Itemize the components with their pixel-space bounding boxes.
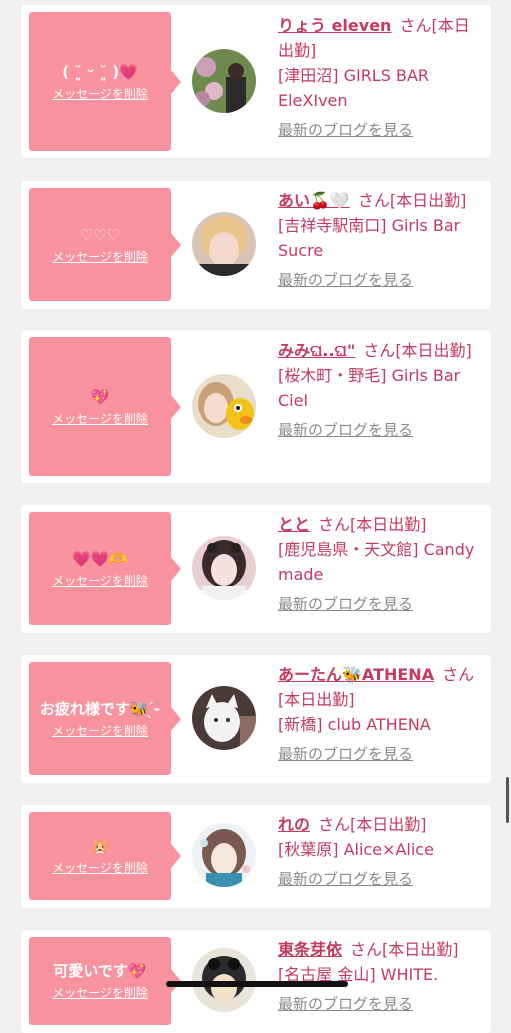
honorific: さん (350, 940, 383, 959)
shop-name: [桜木町・野毛] Girls Bar Ciel (278, 366, 461, 410)
avatar[interactable] (192, 49, 256, 113)
cast-name-link[interactable]: とと (278, 515, 310, 534)
latest-blog-link[interactable]: 最新のブログを見る (278, 593, 483, 615)
message-card: お疲れ様です🐝 ̖́- メッセージを削除 あーたん🐝ATHENA さん [本日出勤]… (21, 655, 491, 783)
cast-name-link[interactable]: りょう eleven (278, 16, 391, 35)
cast-name-link[interactable]: 東条芽依 (278, 940, 342, 959)
latest-blog-link[interactable]: 最新のブログを見る (278, 868, 483, 890)
status-text: [本日出勤] (382, 940, 459, 959)
shop-name: [吉祥寺駅南口] Girls Bar Sucre (278, 216, 461, 260)
cast-name-link[interactable]: れの (278, 815, 310, 834)
status-text: [本日出勤] (350, 515, 427, 534)
latest-blog-link[interactable]: 最新のブログを見る (278, 743, 483, 765)
honorific: さん (363, 341, 396, 360)
shop-name: [鹿児島県・天文館] Candy made (278, 540, 475, 584)
message-bubble: 可愛いです💖 メッセージを削除 (29, 937, 181, 1025)
shop-name: [秋葉原] Alice×Alice (278, 840, 434, 859)
honorific: さん (357, 191, 390, 210)
message-card: ♡♡♡ メッセージを削除 あい🍒🤍 さん[本日出勤] [吉祥寺駅南口] Girls… (21, 181, 491, 309)
delete-message-link[interactable]: メッセージを削除 (52, 411, 148, 427)
message-text: 🐹 (90, 837, 110, 855)
avatar[interactable] (192, 374, 256, 438)
message-text: ♡♡♡ (79, 225, 121, 244)
scrollbar[interactable] (506, 777, 509, 823)
avatar[interactable] (192, 948, 256, 1012)
avatar[interactable] (192, 212, 256, 276)
delete-message-link[interactable]: メッセージを削除 (52, 860, 148, 876)
delete-message-link[interactable]: メッセージを削除 (52, 249, 148, 265)
status-text: [本日出勤] (350, 815, 427, 834)
message-text: 💖 (90, 387, 110, 406)
message-bubble: ♡♡♡ メッセージを削除 (29, 188, 181, 301)
latest-blog-link[interactable]: 最新のブログを見る (278, 119, 483, 141)
message-card: ( ˘͈ ᵕ ˘͈ )💗 メッセージを削除 りょう eleven さん[本日出勤]… (21, 5, 491, 158)
latest-blog-link[interactable]: 最新のブログを見る (278, 419, 483, 441)
avatar[interactable] (192, 686, 256, 750)
status-text: [本日出勤] (395, 341, 472, 360)
message-text: 可愛いです💖 (53, 962, 147, 980)
message-bubble: ( ˘͈ ᵕ ˘͈ )💗 メッセージを削除 (29, 12, 181, 151)
latest-blog-link[interactable]: 最新のブログを見る (278, 269, 483, 291)
status-text: [本日出勤] (389, 191, 467, 210)
shop-name: [新橋] club ATHENA (278, 715, 431, 734)
home-indicator[interactable] (166, 981, 348, 987)
cast-name-link[interactable]: みみଘ..ଘ" (278, 341, 355, 360)
delete-message-link[interactable]: メッセージを削除 (52, 86, 148, 102)
message-card: 💖 メッセージを削除 みみଘ..ଘ" さん[本日出勤] [桜木町・野毛] Girl… (21, 330, 491, 483)
honorific: さん (318, 815, 351, 834)
latest-blog-link[interactable]: 最新のブログを見る (278, 993, 483, 1015)
honorific: さん (399, 16, 432, 35)
delete-message-link[interactable]: メッセージを削除 (52, 723, 148, 739)
message-text: 💗💗🫶 (71, 549, 129, 568)
message-bubble: お疲れ様です🐝 ̖́- メッセージを削除 (29, 662, 181, 775)
honorific: さん (442, 665, 475, 684)
shop-name: [津田沼] GIRLS BAR EleXIven (278, 66, 430, 110)
cast-name-link[interactable]: あい🍒🤍 (278, 191, 350, 210)
message-text: お疲れ様です🐝 ̖́- (39, 699, 161, 718)
message-bubble: 🐹 メッセージを削除 (29, 812, 181, 900)
message-card: 🐹 メッセージを削除 れの さん[本日出勤] [秋葉原] Alice×Alice … (21, 805, 491, 908)
delete-message-link[interactable]: メッセージを削除 (52, 573, 148, 589)
honorific: さん (318, 515, 351, 534)
message-bubble: 💖 メッセージを削除 (29, 337, 181, 476)
message-bubble: 💗💗🫶 メッセージを削除 (29, 512, 181, 625)
cast-name-link[interactable]: あーたん🐝ATHENA (278, 665, 434, 684)
status-text: [本日出勤] (278, 690, 355, 709)
message-card: 💗💗🫶 メッセージを削除 とと さん[本日出勤] [鹿児島県・天文館] Candy… (21, 505, 491, 633)
message-text: ( ˘͈ ᵕ ˘͈ )💗 (62, 62, 138, 81)
avatar[interactable] (192, 823, 256, 887)
avatar[interactable] (192, 536, 256, 600)
